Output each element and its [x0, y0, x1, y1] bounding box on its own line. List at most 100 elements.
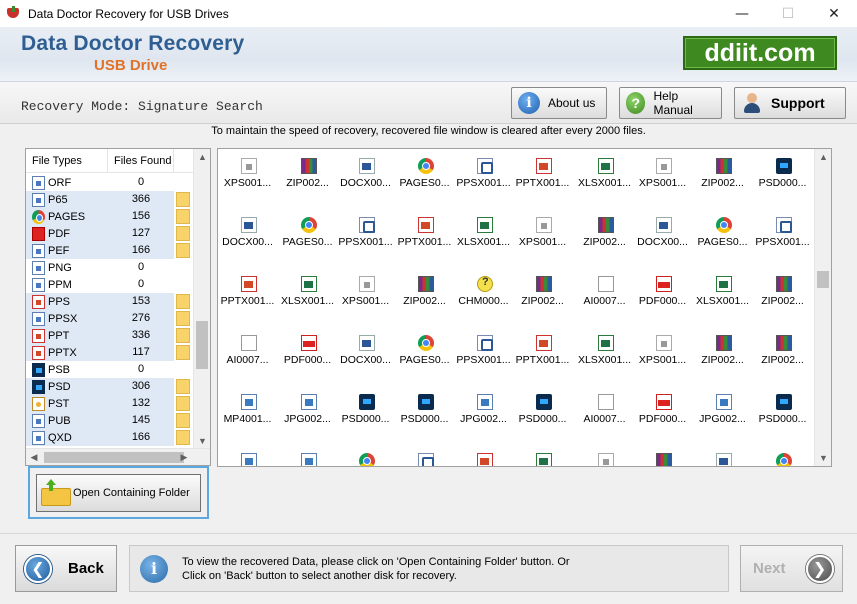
recovered-file-item[interactable]: XPS001...	[513, 208, 572, 267]
file-type-row[interactable]: PPM 0	[26, 276, 194, 293]
about-us-button[interactable]: i About us	[511, 87, 607, 119]
open-containing-folder-button[interactable]: Open Containing Folder	[36, 474, 201, 512]
scroll-thumb[interactable]	[817, 271, 829, 288]
recovered-file-item[interactable]	[218, 444, 277, 466]
file-type-row[interactable]: PDF 127	[26, 225, 194, 242]
recovered-file-item[interactable]: DOCX00...	[218, 208, 277, 267]
recovered-file-item[interactable]: PAGES0...	[395, 326, 454, 385]
recovered-file-item[interactable]: XPS001...	[218, 149, 277, 208]
file-type-row[interactable]: PSB 0	[26, 361, 194, 378]
file-type-row[interactable]: P65 366	[26, 191, 194, 208]
file-types-vertical-scrollbar[interactable]: ▲ ▼	[193, 149, 210, 449]
recovered-file-item[interactable]	[278, 444, 337, 466]
file-types-horizontal-scrollbar[interactable]: ◀ ▶	[26, 448, 210, 465]
recovered-file-item[interactable]: XPS001...	[336, 267, 395, 326]
recovered-file-item[interactable]: ZIP002...	[575, 208, 634, 267]
recovered-file-item[interactable]: ZIP002...	[513, 267, 572, 326]
recovered-file-item[interactable]: PSD000...	[395, 385, 454, 444]
support-button[interactable]: Support	[734, 87, 846, 119]
file-type-row[interactable]: PUB 145	[26, 412, 194, 429]
recovered-file-item[interactable]: AI0007...	[218, 326, 277, 385]
scroll-right-arrow-icon[interactable]: ▶	[176, 449, 192, 465]
recovered-file-item[interactable]: PPTX001...	[513, 149, 572, 208]
close-button[interactable]: ✕	[811, 0, 857, 27]
files-found-column-header[interactable]: Files Found	[108, 149, 174, 172]
recovered-file-item[interactable]: PAGES0...	[278, 208, 337, 267]
recovered-file-item[interactable]: MP4001...	[218, 385, 277, 444]
recovered-file-item[interactable]: XPS001...	[633, 326, 692, 385]
recovered-file-item[interactable]	[454, 444, 513, 466]
file-type-row[interactable]: PST 132	[26, 395, 194, 412]
recovered-file-item[interactable]: DOCX00...	[336, 326, 395, 385]
scroll-down-arrow-icon[interactable]: ▼	[815, 450, 831, 466]
recovered-file-item[interactable]: PAGES0...	[693, 208, 752, 267]
recovered-file-item[interactable]: PPSX001...	[454, 326, 513, 385]
recovered-file-item[interactable]: XLSX001...	[575, 149, 634, 208]
files-vertical-scrollbar[interactable]: ▲ ▼	[814, 149, 831, 466]
recovered-file-item[interactable]: ZIP002...	[753, 267, 812, 326]
recovered-file-item[interactable]: JPG002...	[454, 385, 513, 444]
recovered-file-item[interactable]: JPG002...	[278, 385, 337, 444]
file-types-list[interactable]: File Types Files Found ORF 0 P65 366 PAGES 15…	[25, 148, 211, 466]
recovered-file-item[interactable]: XLSX001...	[278, 267, 337, 326]
recovered-file-item[interactable]: ZIP002...	[753, 326, 812, 385]
file-type-row[interactable]: PAGES 156	[26, 208, 194, 225]
recovered-file-item[interactable]: AI0007...	[575, 267, 634, 326]
recovered-file-item[interactable]: ZIP002...	[693, 326, 752, 385]
recovered-file-item[interactable]: DOCX00...	[633, 208, 692, 267]
help-manual-button[interactable]: ? Help Manual	[619, 87, 722, 119]
recovered-file-item[interactable]: ZIP002...	[693, 149, 752, 208]
scroll-up-arrow-icon[interactable]: ▲	[194, 149, 210, 165]
recovered-file-item[interactable]	[395, 444, 454, 466]
recovered-file-item[interactable]: JPG002...	[693, 385, 752, 444]
recovered-file-item[interactable]: XPS001...	[633, 149, 692, 208]
recovered-file-item[interactable]: PSD000...	[336, 385, 395, 444]
recovered-file-item[interactable]: CHM000...	[454, 267, 513, 326]
scroll-thumb[interactable]	[44, 452, 184, 463]
recovered-file-item[interactable]: ZIP002...	[395, 267, 454, 326]
file-type-row[interactable]: PPSX 276	[26, 310, 194, 327]
recovered-file-item[interactable]: PPTX001...	[218, 267, 277, 326]
recovered-file-item[interactable]: PDF000...	[633, 385, 692, 444]
recovered-file-item[interactable]: PSD000...	[513, 385, 572, 444]
recovered-file-item[interactable]: PPTX001...	[513, 326, 572, 385]
file-type-row[interactable]: PPTX 117	[26, 344, 194, 361]
recovered-file-item[interactable]: PPTX001...	[395, 208, 454, 267]
recovered-file-item[interactable]	[753, 444, 812, 466]
recovered-file-item[interactable]: PAGES0...	[395, 149, 454, 208]
scroll-up-arrow-icon[interactable]: ▲	[815, 149, 831, 165]
recovered-file-item[interactable]: PDF000...	[633, 267, 692, 326]
recovered-file-item[interactable]: PSD000...	[753, 385, 812, 444]
recovered-file-item[interactable]: ZIP002...	[278, 149, 337, 208]
recovered-file-item[interactable]: PSD000...	[753, 149, 812, 208]
recovered-file-item[interactable]: AI0007...	[575, 385, 634, 444]
file-type-row[interactable]: QXD 166	[26, 429, 194, 446]
recovered-file-item[interactable]: XLSX001...	[693, 267, 752, 326]
recovered-file-item[interactable]: DOCX00...	[336, 149, 395, 208]
recovered-file-item[interactable]: PPSX001...	[454, 149, 513, 208]
recovered-file-item[interactable]: PPSX001...	[336, 208, 395, 267]
scroll-left-arrow-icon[interactable]: ◀	[26, 449, 42, 465]
recovered-file-item[interactable]: XLSX001...	[454, 208, 513, 267]
scroll-thumb[interactable]	[196, 321, 208, 369]
scroll-down-arrow-icon[interactable]: ▼	[194, 433, 210, 449]
file-type-row[interactable]: PPS 153	[26, 293, 194, 310]
next-button[interactable]: Next ❯	[740, 545, 843, 592]
recovered-files-view[interactable]: XPS001... ZIP002... DOCX00... PAGES0... PPSX…	[217, 148, 832, 467]
recovered-file-item[interactable]	[575, 444, 634, 466]
recovered-file-item[interactable]	[336, 444, 395, 466]
file-type-row[interactable]: PNG 0	[26, 259, 194, 276]
recovered-file-item[interactable]	[633, 444, 692, 466]
minimize-button[interactable]: —	[719, 0, 765, 27]
recovered-file-item[interactable]: XLSX001...	[575, 326, 634, 385]
recovered-file-item[interactable]: PPSX001...	[753, 208, 812, 267]
back-button[interactable]: ❮ Back	[15, 545, 117, 592]
file-types-column-header[interactable]: File Types	[26, 149, 108, 172]
file-type-row[interactable]: ORF 0	[26, 174, 194, 191]
file-type-row[interactable]: PPT 336	[26, 327, 194, 344]
recovered-file-item[interactable]	[513, 444, 572, 466]
maximize-button[interactable]: ☐	[765, 0, 811, 27]
file-type-row[interactable]: PSD 306	[26, 378, 194, 395]
file-type-row[interactable]: PEF 166	[26, 242, 194, 259]
recovered-file-item[interactable]	[693, 444, 752, 466]
